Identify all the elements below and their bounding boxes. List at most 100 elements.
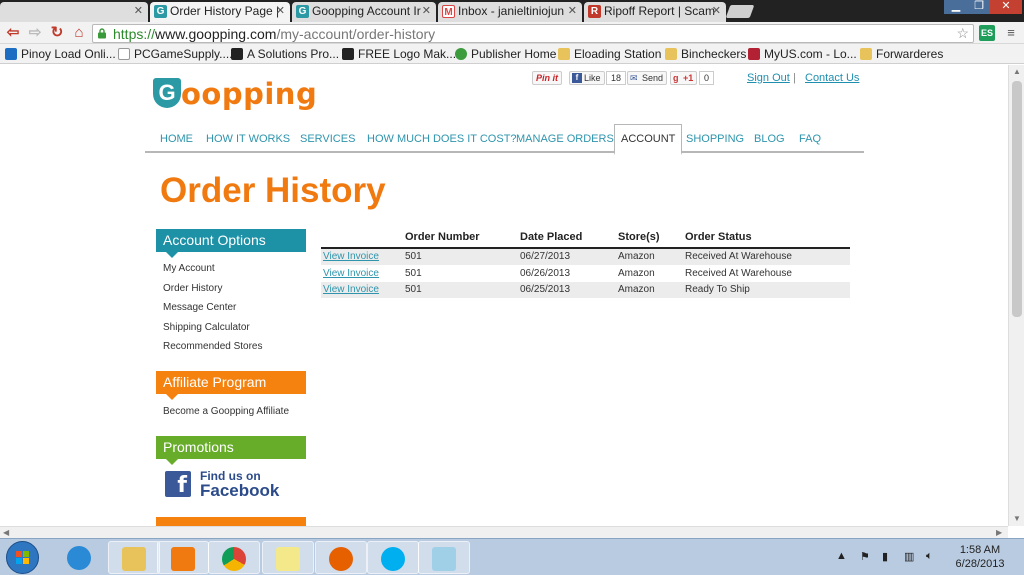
bookmark-item[interactable]: FREE Logo Mak... [342, 46, 456, 62]
bookmark-item[interactable]: Publisher Home [455, 46, 556, 62]
address-bar[interactable]: https://www.goopping.com/my-account/orde… [92, 24, 974, 43]
url-host: www.goopping.com [155, 26, 277, 42]
bookmark-folder[interactable]: Forwarderes [860, 46, 943, 62]
nav-home[interactable]: HOME [160, 133, 193, 145]
bookmark-folder[interactable]: Bincheckers [665, 46, 746, 62]
sidebar-link-become-affiliate[interactable]: Become a Goopping Affiliate [163, 406, 289, 417]
sidebar-link-my-account[interactable]: My Account [163, 263, 215, 274]
bookmark-item[interactable]: PCGameSupply.... [118, 46, 232, 62]
scrollbar-thumb[interactable] [1012, 81, 1022, 317]
view-invoice-link[interactable]: View Invoice [323, 251, 379, 262]
nav-manage-orders[interactable]: MANAGE ORDERS [516, 133, 614, 145]
taskbar-file-explorer[interactable] [108, 541, 160, 574]
action-center-icon[interactable]: ⚑ [860, 550, 870, 563]
back-icon[interactable]: ⇦ [4, 24, 22, 42]
taskbar-skype[interactable] [367, 541, 419, 574]
network-icon[interactable]: ▥ [904, 550, 914, 563]
logo-wordmark: oopping [181, 77, 318, 111]
google-plus-button[interactable]: g +1 [670, 71, 698, 85]
folder-icon [122, 547, 146, 571]
close-window-icon[interactable]: ✕ [990, 0, 1022, 14]
browser-tab[interactable]: R Ripoff Report | Scam ✕ [584, 2, 726, 22]
scroll-right-icon[interactable]: ▶ [996, 528, 1002, 537]
show-hidden-icons-icon[interactable]: ▲ [836, 550, 847, 562]
close-tab-icon[interactable]: ✕ [134, 2, 143, 21]
system-clock[interactable]: 1:58 AM 6/28/2013 [948, 543, 1012, 571]
contact-us-link[interactable]: Contact Us [805, 72, 859, 84]
extension-badge-icon[interactable]: ES [979, 25, 995, 41]
browser-tab-active[interactable]: G Order History Page | ✕ [150, 2, 290, 22]
view-invoice-link[interactable]: View Invoice [323, 268, 379, 279]
table-row: View Invoice 501 06/27/2013 Amazon Recei… [321, 249, 850, 265]
nav-shopping[interactable]: SHOPPING [686, 133, 744, 145]
taskbar-chrome[interactable] [208, 541, 260, 574]
scroll-down-icon[interactable]: ▼ [1013, 514, 1021, 523]
home-icon[interactable]: ⌂ [70, 24, 88, 42]
bookmark-item[interactable]: MyUS.com - Lo... [748, 46, 857, 62]
nav-how-it-works[interactable]: HOW IT WORKS [206, 133, 290, 145]
order-status: Received At Warehouse [685, 268, 792, 279]
google-plus-icon: g [673, 73, 679, 83]
sidebar-link-shipping-calculator[interactable]: Shipping Calculator [163, 322, 250, 333]
sidebar-link-order-history[interactable]: Order History [163, 283, 222, 294]
browser-tab[interactable]: M Inbox - janieltiniojun ✕ [438, 2, 582, 22]
close-tab-icon[interactable]: ✕ [276, 2, 285, 21]
gmail-favicon-icon: M [442, 5, 455, 18]
taskbar-notepad[interactable] [418, 541, 470, 574]
minimize-icon[interactable]: ▁ [944, 0, 968, 14]
tab-title: Ripoff Report | Scam [604, 4, 715, 18]
battery-icon[interactable]: ▮ [882, 550, 888, 563]
start-button[interactable] [6, 541, 39, 574]
facebook-send-button[interactable]: ✉ Send [627, 71, 668, 85]
sidebar-link-message-center[interactable]: Message Center [163, 302, 236, 313]
browser-tab-strip: ✕ G Order History Page | ✕ G Goopping Ac… [0, 0, 1024, 22]
pinterest-pin-button[interactable]: Pin it [532, 71, 562, 85]
vertical-scrollbar[interactable]: ▲ ▼ [1008, 65, 1024, 526]
clock-time: 1:58 AM [959, 544, 1001, 556]
horizontal-scrollbar[interactable]: ◀ ▶ [0, 526, 1008, 538]
forward-icon[interactable]: ⇨ [26, 24, 44, 42]
view-invoice-link[interactable]: View Invoice [323, 284, 379, 295]
reload-icon[interactable]: ↻ [48, 24, 66, 42]
scroll-left-icon[interactable]: ◀ [3, 528, 9, 537]
order-number: 501 [405, 251, 422, 262]
facebook-icon: f [572, 73, 582, 83]
windows-logo-icon [16, 551, 29, 564]
nav-faq[interactable]: FAQ [799, 133, 821, 145]
next-sidebar-heading [156, 517, 306, 526]
close-tab-icon[interactable]: ✕ [712, 2, 721, 21]
bookmark-item[interactable]: Pinoy Load Onli... [5, 46, 116, 62]
taskbar-firefox[interactable] [315, 541, 367, 574]
bookmark-label: Forwarderes [876, 47, 944, 61]
nav-how-much-does-it-cost[interactable]: HOW MUCH DOES IT COST? [367, 133, 517, 145]
sign-out-link[interactable]: Sign Out [747, 72, 790, 84]
sidebar-link-recommended-stores[interactable]: Recommended Stores [163, 341, 263, 352]
taskbar-sticky-notes[interactable] [262, 541, 314, 574]
tab-title: Order History Page | [170, 4, 280, 18]
nav-services[interactable]: SERVICES [300, 133, 355, 145]
goopping-favicon-icon: G [296, 5, 309, 18]
new-tab-button[interactable] [725, 5, 755, 18]
taskbar-media-player[interactable] [157, 541, 209, 574]
store: Amazon [618, 251, 655, 262]
browser-tab[interactable]: G Goopping Account Ir ✕ [292, 2, 436, 22]
main-nav: HOME HOW IT WORKS SERVICES HOW MUCH DOES… [145, 124, 864, 155]
bookmark-star-icon[interactable]: ☆ [956, 25, 969, 42]
bookmark-folder[interactable]: Eloading Station [558, 46, 661, 62]
close-tab-icon[interactable]: ✕ [568, 2, 577, 21]
browser-toolbar: ⇦ ⇨ ↻ ⌂ https://www.goopping.com/my-acco… [0, 22, 1024, 44]
close-tab-icon[interactable]: ✕ [422, 2, 431, 21]
bookmarks-bar: Pinoy Load Onli... PCGameSupply.... A So… [0, 44, 1024, 64]
taskbar-internet-explorer[interactable] [54, 541, 106, 574]
column-header-stores: Store(s) [618, 231, 660, 243]
facebook-like-button[interactable]: f Like [569, 71, 605, 85]
scroll-up-icon[interactable]: ▲ [1013, 67, 1021, 76]
restore-icon[interactable]: ❐ [968, 0, 990, 14]
nav-account[interactable]: ACCOUNT [614, 124, 683, 155]
bookmark-item[interactable]: A Solutions Pro... [231, 46, 339, 62]
send-label: Send [642, 73, 664, 83]
browser-tab[interactable]: ✕ [0, 2, 148, 22]
menu-icon[interactable]: ≡ [1003, 25, 1019, 41]
nav-blog[interactable]: BLOG [754, 133, 785, 145]
volume-icon[interactable]: 🔈︎ [926, 550, 933, 563]
